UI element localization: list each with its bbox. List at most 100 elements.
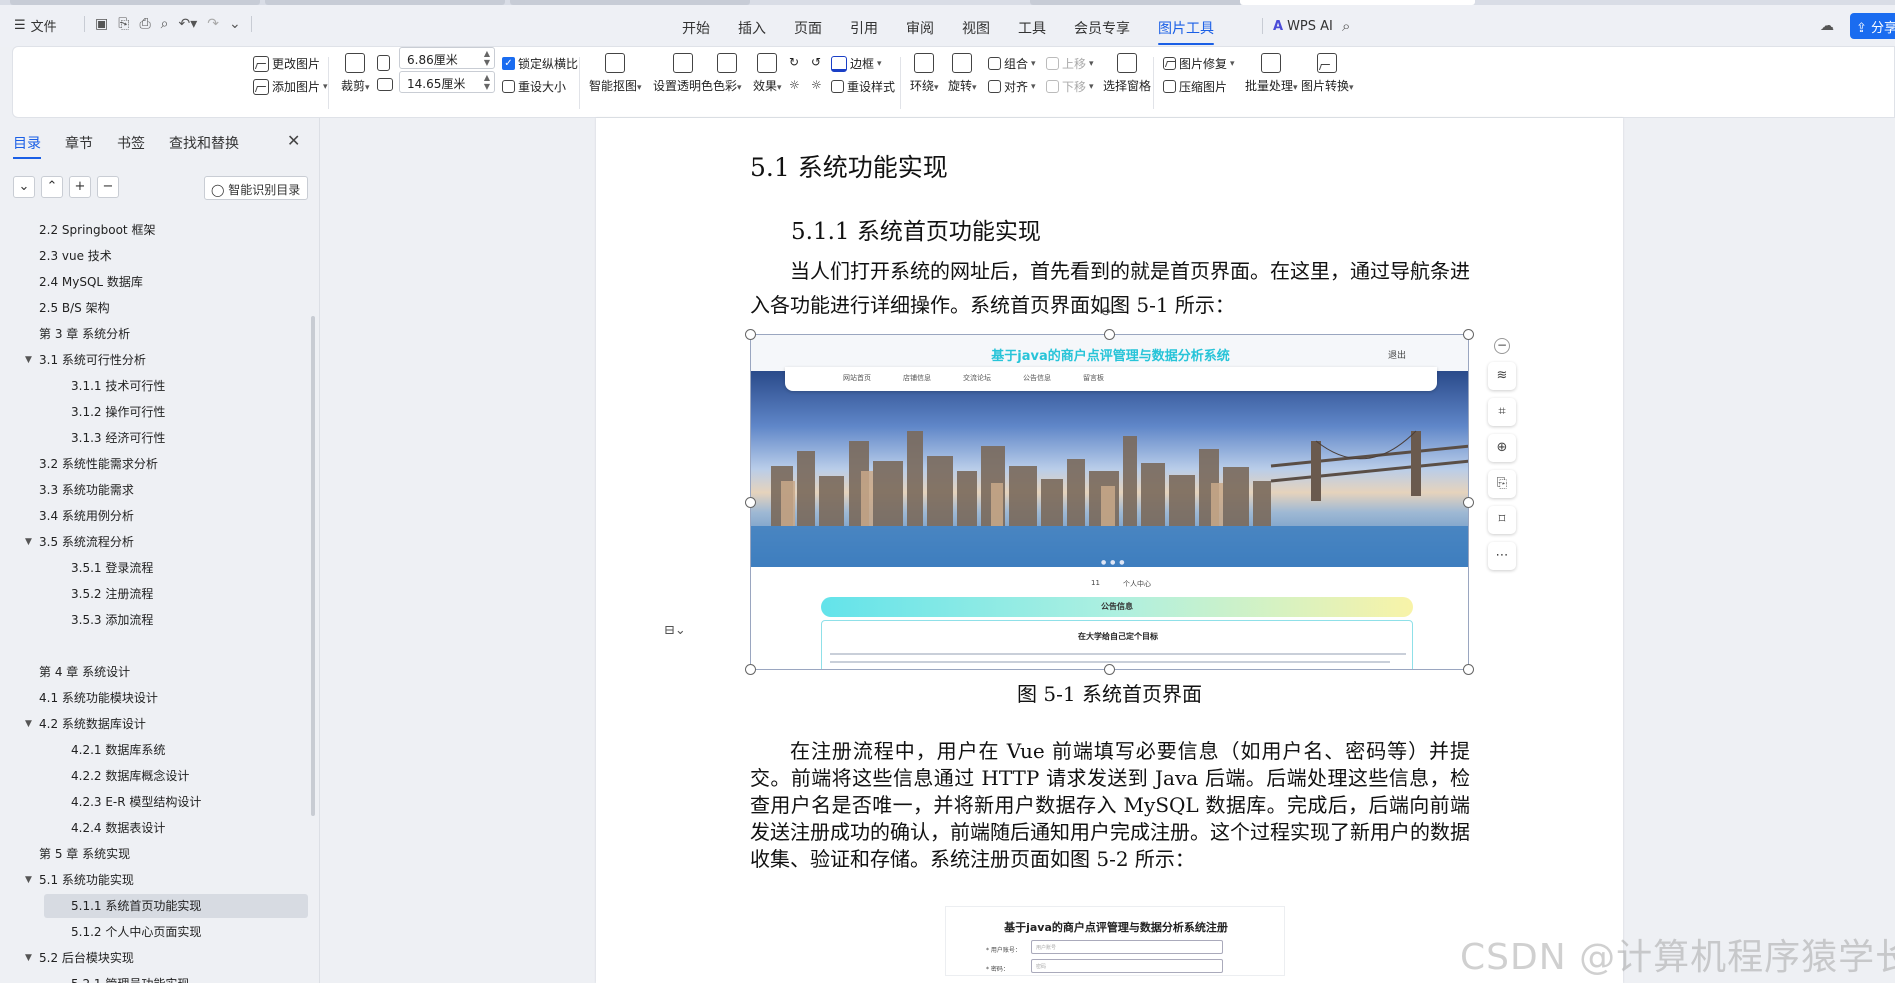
tab-toc[interactable]: 目录 (13, 133, 41, 159)
resize-handle-bl[interactable] (745, 664, 756, 675)
expand-arrow-icon[interactable]: ▼ (25, 348, 32, 372)
resize-handle-tm[interactable] (1104, 329, 1115, 340)
height-spinner[interactable]: ▲ ▼ (484, 73, 490, 91)
smart-toc-button[interactable]: ◯ 智能识别目录 (204, 176, 308, 200)
move-down-button[interactable]: 下移 ▾ (1046, 78, 1094, 95)
align-button[interactable]: 对齐 ▾ (988, 78, 1036, 95)
tab-references[interactable]: 引用 (836, 13, 892, 43)
border-button[interactable]: 边框 ▾ (831, 55, 882, 72)
compress-icon (1163, 80, 1176, 93)
register-label-password: * 密码： (986, 966, 1009, 973)
more-chevron-icon[interactable]: ⌄ (229, 16, 241, 32)
tab-bookmarks[interactable]: 书签 (117, 133, 145, 153)
rotate-right-icon[interactable]: ↺ (811, 55, 821, 69)
group-button[interactable]: 组合 ▾ (988, 55, 1036, 72)
zoom-in-icon[interactable]: ⊕ (1488, 434, 1516, 462)
print-icon[interactable]: ⎙ (139, 16, 150, 32)
wrap-text-icon[interactable]: ≋ (1488, 362, 1516, 390)
tab-tools[interactable]: 工具 (1004, 13, 1060, 43)
resize-handle-br[interactable] (1463, 664, 1474, 675)
close-icon[interactable]: ✕ (287, 131, 300, 150)
rotate-icon[interactable]: ⎘ (1488, 470, 1516, 498)
resize-handle-ml[interactable] (745, 497, 756, 508)
undo-icon[interactable]: ↶▾ (178, 16, 197, 32)
resize-handle-mr[interactable] (1463, 497, 1474, 508)
tab-picture-tools[interactable]: 图片工具 (1144, 13, 1228, 45)
resize-handle-tr[interactable] (1463, 329, 1474, 340)
tab-home[interactable]: 开始 (668, 13, 724, 43)
width-spinner[interactable]: ▲ ▼ (484, 49, 490, 67)
more-icon[interactable]: ⋯ (1488, 542, 1516, 570)
chevron-down-icon[interactable]: ⌄ (13, 176, 35, 198)
height-input[interactable]: 14.65厘米 ▲ ▼ (399, 71, 495, 93)
expand-arrow-icon[interactable]: ▼ (25, 530, 32, 554)
batch-process-button[interactable]: 批量处理▾ (1245, 53, 1298, 94)
crop-icon[interactable]: ⌗ (1488, 398, 1516, 426)
change-image-button[interactable]: 更改图片 (253, 55, 320, 72)
wrap-button[interactable]: 环绕▾ (910, 53, 939, 94)
rotate-left-icon[interactable]: ↻ (789, 55, 799, 69)
toc-item-label: 5.1.1 系统首页功能实现 (71, 899, 202, 913)
plus-icon[interactable]: + (69, 176, 91, 198)
expand-arrow-icon[interactable]: ▼ (25, 946, 32, 970)
chevron-up-icon[interactable]: ⌃ (41, 176, 63, 198)
tab-member[interactable]: 会员专享 (1060, 13, 1144, 43)
compress-button[interactable]: 压缩图片 (1163, 78, 1227, 95)
toc-item[interactable]: 5.1.1 系统首页功能实现 (44, 894, 308, 918)
move-up-button[interactable]: 上移 ▾ (1046, 55, 1094, 72)
collapse-icon[interactable]: − (1494, 338, 1510, 354)
minus-icon[interactable]: − (97, 176, 119, 198)
expand-arrow-icon[interactable]: ▼ (25, 868, 32, 892)
tab-chapters[interactable]: 章节 (65, 133, 93, 153)
lock-ratio-checkbox[interactable]: ✓ 锁定纵横比 (502, 55, 578, 72)
ocr-icon[interactable]: ⌑ (1488, 506, 1516, 534)
share-doc-icon[interactable]: ⎘ (118, 16, 129, 32)
document-page[interactable]: 5.1 系统功能实现 5.1.1 系统首页功能实现 当人们打开系统的网址后，首先… (596, 118, 1623, 983)
personal-bar: 11 个人中心 (751, 575, 1468, 593)
reset-style-button[interactable]: 重设样式 (831, 78, 895, 95)
color-button[interactable]: 色彩▾ (713, 53, 742, 94)
wps-ai-button[interactable]: A WPS AI (1262, 18, 1333, 34)
reset-size-button[interactable]: 重设大小 (502, 78, 566, 95)
image-convert-button[interactable]: 图片转换▾ (1301, 53, 1354, 94)
cloud-icon[interactable]: ☁ (1820, 18, 1834, 34)
crop-button[interactable]: 裁剪▾ (341, 53, 370, 94)
set-transparent-button[interactable]: 设置透明色 (653, 53, 713, 94)
width-icon (377, 55, 390, 71)
resize-handle-bm[interactable] (1104, 664, 1115, 675)
nav-home: 网站首页 (843, 374, 871, 382)
menu-bar: ☰ 文件 ▣ ⎘ ⎙ ⌕ ↶▾ ↷ ⌄ 开始 插入 页面 引用 审阅 视图 工具… (0, 5, 1895, 47)
resize-handle-tl[interactable] (745, 329, 756, 340)
tab-page[interactable]: 页面 (780, 13, 836, 43)
rotate-button[interactable]: 旋转▾ (948, 53, 977, 94)
register-label-account: * 用户账号： (986, 947, 1021, 954)
tab-view[interactable]: 视图 (948, 13, 1004, 43)
tab-find-replace[interactable]: 查找和替换 (169, 133, 239, 153)
tab-insert[interactable]: 插入 (724, 13, 780, 43)
save-icon[interactable]: ▣ (95, 16, 108, 32)
toc-item-label: 4.2 系统数据库设计 (39, 717, 146, 731)
width-input[interactable]: 6.86厘米 ▲ ▼ (399, 47, 495, 69)
panel-scrollbar[interactable] (311, 316, 315, 816)
image-repair-button[interactable]: 图片修复 ▾ (1163, 55, 1235, 72)
figure-register-screenshot[interactable]: 基于java的商户点评管理与数据分析系统注册 * 用户账号： 用户账号 * 密码… (945, 906, 1285, 976)
redo-icon[interactable]: ↷ (207, 16, 219, 32)
layout-options-icon[interactable]: ⊟⌄ (664, 623, 686, 638)
figure-homepage-screenshot[interactable]: 基于java的商户点评管理与数据分析系统 退出 网站首页 店铺信息 交流论坛 公… (750, 334, 1469, 670)
site-nav: 网站首页 店铺信息 交流论坛 公告信息 留言板 (785, 367, 1437, 391)
selection-pane-button[interactable]: 选择窗格 (1103, 53, 1151, 94)
search-icon[interactable]: ⌕ (1342, 17, 1350, 35)
toc-item-label: 3.5.1 登录流程 (71, 561, 154, 575)
effects-button[interactable]: 效果▾ (753, 53, 782, 94)
add-image-button[interactable]: 添加图片 ▾ (253, 78, 328, 95)
rotate-handle-icon[interactable]: ⟳ (1101, 304, 1113, 320)
toc-item-label: 3.4 系统用例分析 (39, 509, 134, 523)
print-preview-icon[interactable]: ⌕ (161, 16, 169, 32)
expand-arrow-icon[interactable]: ▼ (25, 712, 32, 736)
file-menu[interactable]: ☰ 文件 (14, 16, 57, 35)
share-button[interactable]: ⇪ 分享 (1850, 13, 1895, 39)
brightness-icon[interactable]: ☼ (789, 78, 800, 92)
contrast-icon[interactable]: ☼ (811, 78, 822, 92)
tab-review[interactable]: 审阅 (892, 13, 948, 43)
smart-cutout-button[interactable]: 智能抠图▾ (589, 53, 642, 94)
